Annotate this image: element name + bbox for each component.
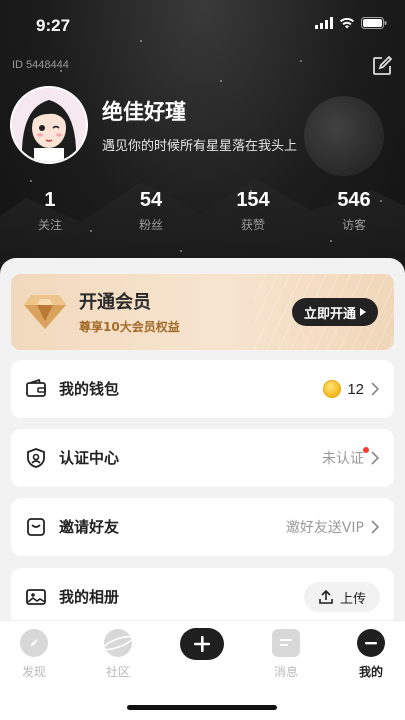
gift-card-icon <box>27 518 45 536</box>
vip-banner[interactable]: 开通会员 尊享10大会员权益 立即开通 <box>11 274 394 350</box>
stat-followers[interactable]: 54 粉丝 <box>139 189 163 233</box>
wifi-icon <box>340 17 354 29</box>
vip-title: 开通会员 <box>79 292 151 313</box>
stat-label: 访客 <box>341 218 366 232</box>
vip-subtitle: 尊享10大会员权益 <box>79 320 180 334</box>
notification-dot <box>363 447 369 453</box>
stat-value: 154 <box>236 189 270 211</box>
home-indicator <box>127 705 277 710</box>
stat-visitors[interactable]: 546 访客 <box>337 189 370 233</box>
chevron-right-icon <box>371 520 380 534</box>
menu-item-invite[interactable]: 邀请好友 邀好友送VIP <box>11 498 394 556</box>
tab-label: 社区 <box>105 665 130 679</box>
diamond-icon <box>24 295 66 329</box>
shield-user-icon <box>27 448 45 468</box>
menu-item-label: 认证中心 <box>59 449 120 467</box>
triangle-right-icon <box>360 308 366 316</box>
avatar-illustration <box>12 88 86 162</box>
vip-open-button[interactable]: 立即开通 <box>291 298 378 326</box>
avatar[interactable] <box>10 86 88 164</box>
moon-decoration <box>304 96 384 176</box>
coin-icon <box>323 380 342 398</box>
stat-label: 粉丝 <box>138 218 164 232</box>
planet-icon <box>103 629 133 657</box>
menu-item-label: 我的相册 <box>59 588 120 606</box>
edit-icon[interactable] <box>371 55 393 77</box>
invite-hint: 邀好友送VIP <box>285 520 364 536</box>
verify-status: 未认证 <box>322 451 364 467</box>
status-time: 9:27 <box>36 16 71 35</box>
signature: 遇见你的时候所有星星落在我头上 <box>102 139 298 154</box>
stat-value: 54 <box>139 189 163 211</box>
tab-discover[interactable]: 发现 <box>4 629 64 680</box>
vip-open-label: 立即开通 <box>303 306 356 322</box>
photo-icon <box>26 589 46 605</box>
tab-profile[interactable]: 我的 <box>341 629 401 680</box>
stat-following[interactable]: 1 关注 <box>38 189 62 233</box>
message-icon <box>272 629 300 657</box>
plus-icon <box>194 636 210 652</box>
stat-label: 获赞 <box>240 218 265 232</box>
create-post-button[interactable] <box>180 628 224 660</box>
upload-label: 上传 <box>339 591 366 607</box>
tab-label: 我的 <box>358 665 383 679</box>
stat-likes[interactable]: 154 获赞 <box>236 189 269 233</box>
battery-icon <box>361 17 387 29</box>
chevron-right-icon <box>371 382 380 396</box>
signal-icon <box>315 17 333 29</box>
tab-label: 发现 <box>21 665 46 679</box>
stat-value: 1 <box>44 189 56 211</box>
stat-value: 546 <box>337 189 371 211</box>
compass-icon <box>20 629 48 657</box>
status-bar: 9:27 <box>0 0 405 50</box>
menu-item-verify[interactable]: 认证中心 未认证 <box>11 429 394 487</box>
upload-icon <box>319 589 333 604</box>
menu-item-label: 我的钱包 <box>59 380 120 398</box>
stat-label: 关注 <box>37 218 63 232</box>
nickname: 绝佳好瑾 <box>102 100 186 124</box>
upload-button[interactable]: 上传 <box>303 582 380 612</box>
tab-messages[interactable]: 消息 <box>256 629 316 680</box>
chevron-right-icon <box>371 451 380 465</box>
wallet-icon <box>26 378 46 397</box>
tab-community[interactable]: 社区 <box>88 629 148 680</box>
menu-item-album[interactable]: 我的相册 上传 <box>11 568 394 626</box>
user-id: ID 5448444 <box>12 59 69 71</box>
profile-icon <box>357 629 385 657</box>
menu-item-wallet[interactable]: 我的钱包 12 <box>11 360 394 418</box>
coin-balance: 12 <box>347 380 364 398</box>
tab-label: 消息 <box>273 665 298 679</box>
menu-item-label: 邀请好友 <box>59 518 120 536</box>
